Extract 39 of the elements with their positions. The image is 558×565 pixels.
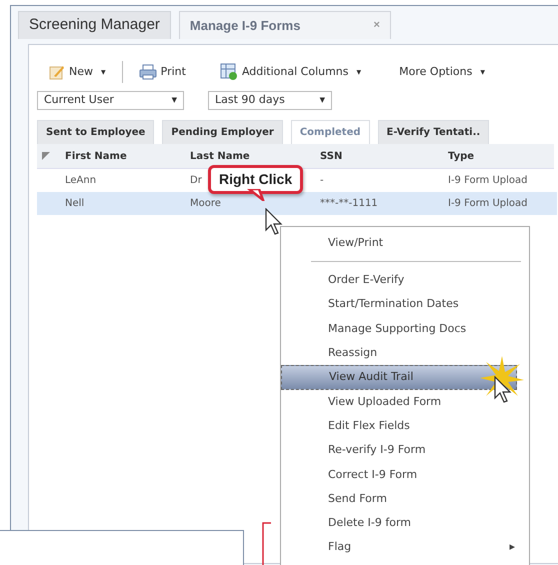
- flag-icon[interactable]: [41, 151, 51, 161]
- printer-icon: [138, 64, 157, 80]
- table-cell-text: -: [320, 174, 324, 188]
- menu-item[interactable]: Correct I-9 Form: [281, 462, 529, 487]
- column-header[interactable]: First Name: [61, 144, 186, 169]
- menu-item[interactable]: View Uploaded Form: [281, 390, 529, 414]
- menu-item[interactable]: Re-verify I-9 Form: [281, 438, 529, 463]
- column-header[interactable]: SSN: [316, 144, 444, 169]
- menu-item[interactable]: Manage Supporting Docs: [281, 316, 529, 342]
- table-add-icon: [220, 63, 238, 81]
- table-cell-text: Moore: [190, 197, 221, 211]
- tab[interactable]: Pending Employer: [162, 120, 283, 144]
- table-cell[interactable]: LeAnn: [61, 169, 186, 192]
- table-cell-text: Dr: [190, 174, 202, 188]
- menu-item[interactable]: Start/Termination Dates: [281, 292, 529, 317]
- table-cell-text: ***-**-1111: [320, 197, 378, 211]
- table-cell-text: I-9 Form Upload: [448, 174, 528, 188]
- cursor-icon: [494, 376, 514, 404]
- menu-item[interactable]: Flag ▸: [281, 536, 529, 560]
- menu-item[interactable]: Delete I-9 form: [281, 511, 529, 536]
- submenu-arrow-icon: ▸: [509, 539, 515, 556]
- tab[interactable]: Manage I-9 Forms ×: [178, 11, 391, 39]
- menu-item[interactable]: Reassign: [281, 341, 529, 366]
- menu-item[interactable]: Edit Flex Fields: [281, 414, 529, 438]
- table-cell-text: I-9 Form Upload: [448, 197, 528, 211]
- tab[interactable]: Screening Manager: [18, 11, 171, 39]
- print-button[interactable]: Print: [134, 64, 190, 80]
- menu-item[interactable]: Order E-Verify: [281, 268, 529, 293]
- menu-item[interactable]: View Audit Trail: [281, 365, 517, 390]
- tab[interactable]: Completed: [290, 120, 370, 144]
- menu-item[interactable]: View/Print: [281, 231, 529, 256]
- menu-item[interactable]: Send Form: [281, 486, 529, 512]
- tab[interactable]: Sent to Employee: [37, 120, 154, 144]
- tab-label: Manage I-9 Forms: [190, 16, 300, 35]
- tab-label: Screening Manager: [29, 15, 160, 36]
- column-header[interactable]: Type: [444, 144, 554, 169]
- bracket-drawing: [262, 522, 272, 565]
- tab[interactable]: E-Verify Tentati..: [378, 120, 490, 144]
- pencil-icon: [49, 64, 65, 80]
